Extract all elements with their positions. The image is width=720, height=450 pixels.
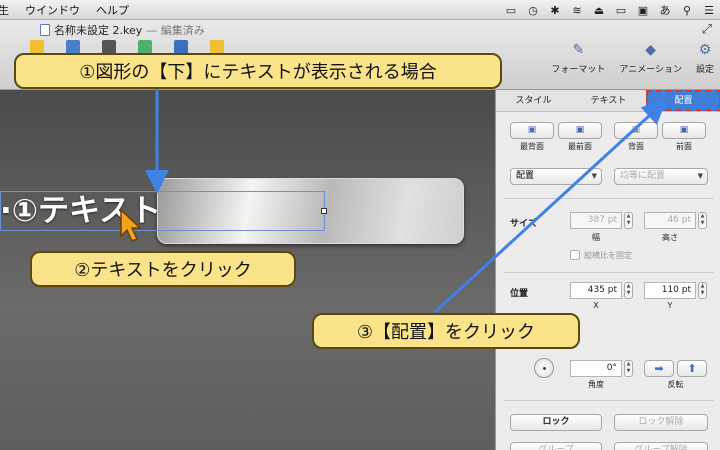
document-name: 名称未設定 2.key: [54, 24, 143, 37]
angle-caption: 角度: [588, 380, 604, 389]
send-to-back-label: 最背面: [520, 142, 544, 151]
toolbar-right: ✎ フォーマット ◆ アニメーション ⚙ 設定: [551, 42, 714, 75]
tab-text[interactable]: テキスト: [571, 90, 646, 111]
divider: [504, 198, 714, 199]
bring-forward-button[interactable]: ▣: [662, 122, 706, 139]
flip-horizontal-button[interactable]: ➡: [644, 360, 674, 377]
pointer-cursor-icon: [120, 208, 142, 242]
width-field[interactable]: 387 pt: [570, 212, 622, 229]
document-icon: [40, 24, 50, 36]
inspector-tabs: スタイル テキスト 配置: [496, 90, 720, 112]
menu-item-window[interactable]: ウインドウ: [17, 2, 88, 18]
y-field[interactable]: 110 pt: [644, 282, 696, 299]
settings-label: 設定: [695, 65, 714, 75]
rotate-knob[interactable]: [534, 358, 554, 378]
document-title: 名称未設定 2.key — 編集済み: [40, 22, 205, 38]
diamond-icon: ◆: [645, 42, 657, 58]
format-label: フォーマット: [551, 65, 606, 75]
format-button[interactable]: ✎ フォーマット: [551, 42, 605, 75]
height-caption: 高さ: [662, 233, 678, 242]
inspector-panel: スタイル テキスト 配置 ▣ ▣ ▣ ▣ 最背面 最前面 背面 前面 配置 ▼ 均…: [495, 90, 720, 450]
wifi-icon[interactable]: ≋: [566, 4, 588, 17]
shape-icon[interactable]: [138, 40, 152, 54]
tab-style[interactable]: スタイル: [496, 90, 571, 111]
flip-caption: 反転: [667, 380, 684, 389]
gear-icon: ⚙: [698, 42, 712, 58]
x-caption: X: [593, 301, 599, 310]
edited-status: — 編集済み: [146, 24, 205, 37]
paintbrush-icon: ✎: [572, 42, 585, 58]
text-icon[interactable]: [102, 40, 116, 54]
bluetooth-icon[interactable]: ✱: [544, 4, 566, 17]
display-icon[interactable]: ▣: [632, 4, 654, 17]
chart-icon[interactable]: [66, 40, 80, 54]
menu-bar: 生 ウインドウ ヘルプ ▭ ◷ ✱ ≋ ⏏ ▭ ▣ あ ⚲ ☰: [0, 0, 720, 20]
ungroup-button[interactable]: グループ解除: [614, 442, 708, 450]
chevron-down-icon: ▼: [697, 172, 703, 180]
height-field[interactable]: 46 pt: [644, 212, 696, 229]
tab-arrange[interactable]: 配置: [646, 90, 720, 111]
distribute-dropdown[interactable]: 均等に配置 ▼: [614, 168, 708, 185]
y-stepper[interactable]: ▲ ▼: [698, 282, 707, 299]
width-stepper[interactable]: ▲ ▼: [624, 212, 633, 229]
time-machine-icon[interactable]: ◷: [522, 4, 544, 17]
align-dropdown[interactable]: 配置 ▼: [510, 168, 602, 185]
send-backward-label: 背面: [628, 142, 644, 151]
eject-icon[interactable]: ⏏: [588, 4, 610, 17]
media-icon[interactable]: [174, 40, 188, 54]
send-backward-button[interactable]: ▣: [614, 122, 658, 139]
angle-field[interactable]: 0°: [570, 360, 622, 377]
height-stepper[interactable]: ▲ ▼: [698, 212, 707, 229]
unlock-button[interactable]: ロック解除: [614, 414, 708, 431]
position-label: 位置: [510, 289, 529, 299]
size-label: サイズ: [510, 219, 537, 229]
airplay-icon[interactable]: ▭: [500, 4, 522, 17]
menu-item-file[interactable]: 生: [0, 2, 17, 18]
flip-vertical-button[interactable]: ⬆: [677, 360, 707, 377]
settings-button[interactable]: ⚙ 設定: [696, 42, 714, 75]
chevron-down-icon: ▼: [591, 172, 597, 180]
group-button[interactable]: グループ: [510, 442, 602, 450]
comment-icon[interactable]: [210, 40, 224, 54]
y-caption: Y: [667, 301, 673, 310]
bring-to-front-label: 最前面: [568, 142, 592, 151]
spotlight-icon[interactable]: ⚲: [676, 4, 698, 17]
fullscreen-icon[interactable]: ⤢: [702, 22, 712, 37]
input-method-icon[interactable]: あ: [654, 2, 676, 18]
resize-handle[interactable]: [321, 208, 327, 214]
constrain-checkbox[interactable]: [570, 250, 580, 260]
callout-step-3: ③【配置】をクリック: [312, 313, 580, 349]
angle-stepper[interactable]: ▲ ▼: [624, 360, 633, 377]
lock-button[interactable]: ロック: [510, 414, 602, 431]
divider: [504, 272, 714, 273]
width-caption: 幅: [592, 233, 600, 242]
divider: [504, 400, 714, 401]
distribute-dropdown-value: 均等に配置: [620, 171, 666, 181]
callout-step-1: ①図形の【下】にテキストが表示される場合: [14, 53, 502, 89]
battery-icon[interactable]: ▭: [610, 4, 632, 17]
callout-step-2: ②テキストをクリック: [30, 251, 296, 287]
toolbar-left-icons: [30, 40, 224, 54]
animation-button[interactable]: ◆ アニメーション: [619, 42, 682, 75]
animation-label: アニメーション: [619, 65, 682, 75]
x-field[interactable]: 435 pt: [570, 282, 622, 299]
align-dropdown-value: 配置: [516, 171, 535, 181]
x-stepper[interactable]: ▲ ▼: [624, 282, 633, 299]
table-icon[interactable]: [30, 40, 44, 54]
notification-icon[interactable]: ☰: [698, 4, 720, 17]
menu-item-help[interactable]: ヘルプ: [88, 2, 137, 18]
bring-forward-label: 前面: [676, 142, 692, 151]
status-area: ▭ ◷ ✱ ≋ ⏏ ▭ ▣ あ ⚲ ☰: [500, 0, 720, 20]
constrain-label: 縦横比を固定: [584, 251, 632, 260]
bring-to-front-button[interactable]: ▣: [558, 122, 602, 139]
send-to-back-button[interactable]: ▣: [510, 122, 554, 139]
